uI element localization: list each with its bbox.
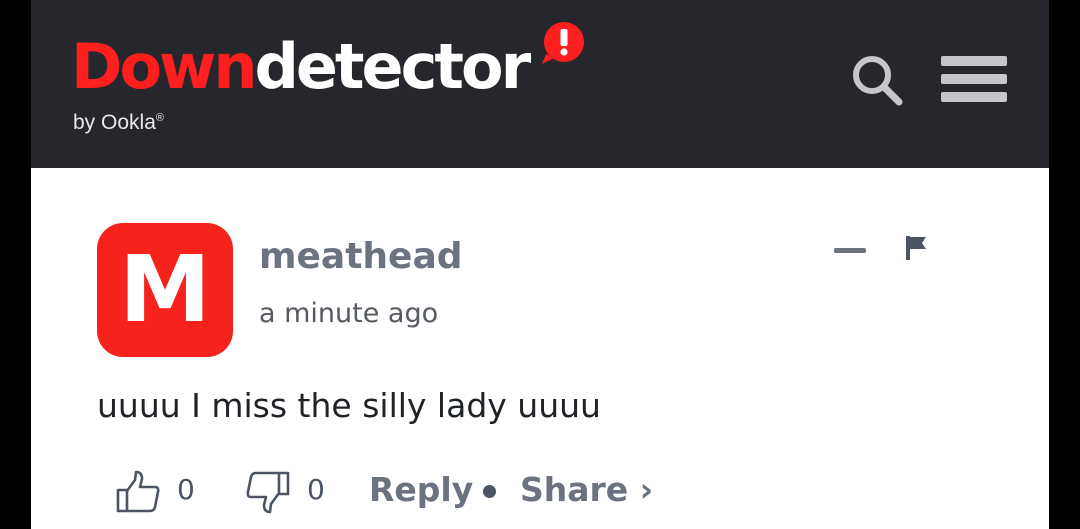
thumbs-up-icon[interactable] (115, 470, 161, 514)
byline-mark: ® (155, 112, 164, 124)
logo-down-text: Down (71, 30, 257, 103)
comment-actions: 0 0 Reply Share › (115, 466, 715, 516)
byline: by Ookla® (73, 111, 164, 135)
comment-text: uuuu I miss the silly lady uuuu (97, 386, 601, 425)
separator-dot (483, 485, 496, 498)
share-button[interactable]: Share › (520, 470, 653, 509)
exclamation-badge-icon (542, 22, 584, 64)
byline-text: by Ookla (73, 111, 156, 134)
thumbs-down-icon[interactable] (245, 470, 291, 514)
reply-button[interactable]: Reply (369, 470, 473, 509)
comment-timestamp[interactable]: a minute ago (259, 298, 438, 329)
site-header: Downdetector by Ookla® (31, 0, 1049, 168)
logo-detector-text: detector (254, 30, 531, 103)
downdetector-logo[interactable]: Downdetector (71, 36, 531, 98)
upvote-count: 0 (177, 473, 195, 506)
flag-icon[interactable] (901, 232, 931, 264)
comment-username[interactable]: meathead (259, 236, 463, 277)
search-icon[interactable] (849, 52, 905, 108)
minus-icon[interactable] (832, 241, 868, 261)
hamburger-menu-icon[interactable] (941, 54, 1007, 104)
avatar[interactable]: M (97, 223, 233, 357)
downvote-count: 0 (307, 473, 325, 506)
app-frame: Downdetector by Ookla® M meathead a minu… (31, 0, 1049, 529)
